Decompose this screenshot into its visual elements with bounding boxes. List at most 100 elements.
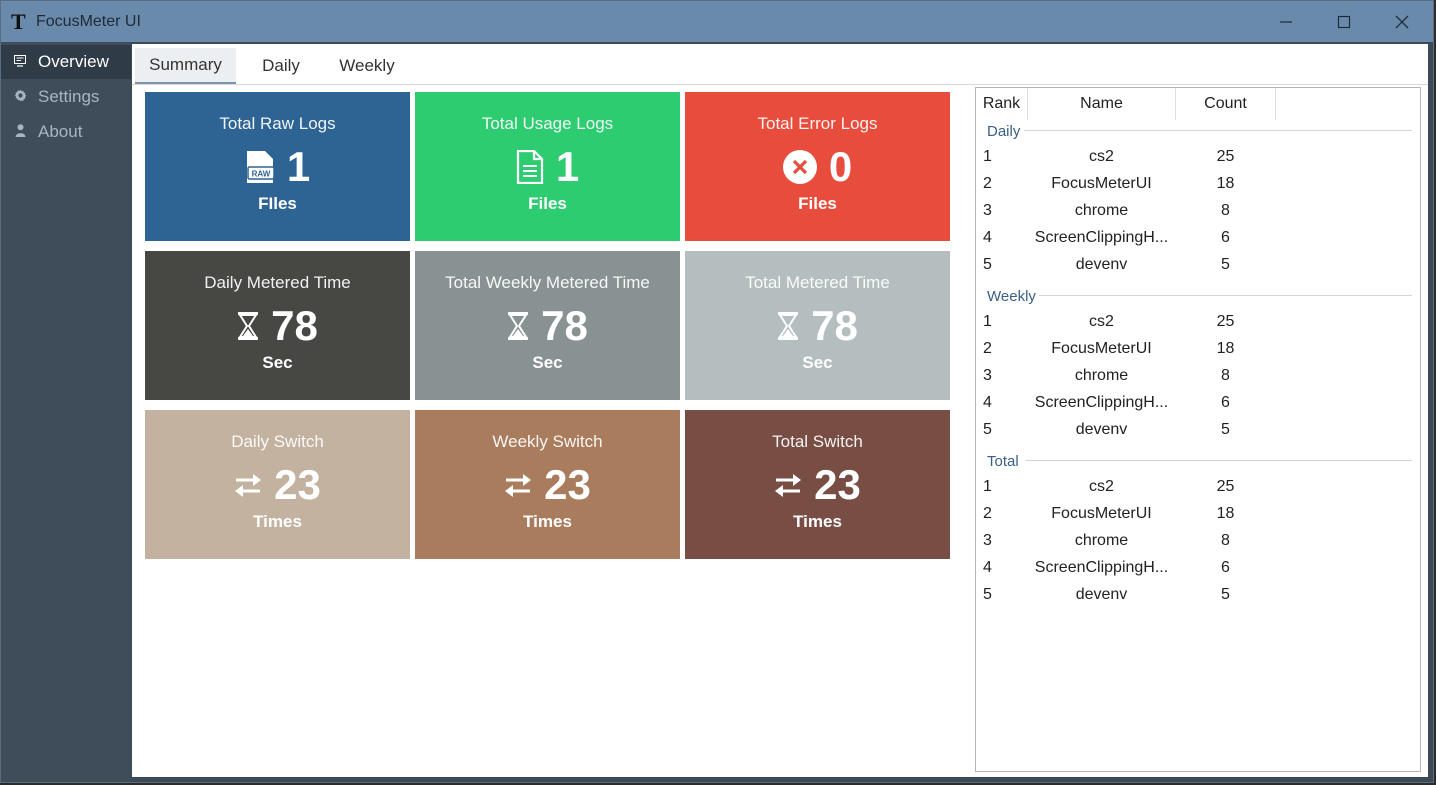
title-bar[interactable]: T FocusMeter UI (1, 1, 1433, 42)
table-row[interactable]: 4 ScreenClippingH... 6 (976, 225, 1420, 252)
name-cell: cs2 (1089, 313, 1114, 330)
app-window: T FocusMeter UI Overview Settings About … (0, 0, 1434, 783)
header-label: Count (1204, 95, 1247, 112)
sidebar-item-settings[interactable]: Settings (1, 80, 131, 114)
group-divider (1039, 295, 1412, 296)
error-circle-icon (782, 150, 817, 184)
table-row[interactable]: 5 devenv 5 (976, 582, 1420, 609)
monitor-icon (13, 54, 27, 70)
count-cell: 18 (1216, 175, 1235, 192)
name-cell: chrome (1074, 532, 1129, 549)
column-header-name[interactable]: Name (1028, 88, 1176, 120)
count-cell: 18 (1216, 340, 1235, 357)
document-icon (516, 150, 544, 184)
tab-weekly[interactable]: Weekly (328, 48, 406, 84)
tile-daily-metered-time: Daily Metered Time 78 Sec (145, 251, 410, 400)
group-header-total: Total (987, 453, 1019, 470)
main-content: Summary Daily Weekly Total Raw Logs RAW … (132, 44, 1428, 777)
group-divider (1024, 130, 1412, 131)
tile-unit: Times (523, 512, 572, 531)
table-row[interactable]: 2 FocusMeterUI 18 (976, 336, 1420, 363)
name-cell: ScreenClippingH... (1034, 559, 1169, 576)
count-cell: 8 (1221, 532, 1230, 549)
tile-total-switch: Total Switch 23 Times (685, 410, 950, 559)
table-row[interactable]: 2 FocusMeterUI 18 (976, 171, 1420, 198)
tile-title: Total Metered Time (745, 273, 890, 292)
count-cell: 8 (1221, 367, 1230, 384)
ranking-list[interactable]: Rank Name Count Daily 1 cs2 25 2 FocusMeter… (975, 87, 1421, 772)
tile-value: 78 (811, 302, 858, 349)
rank-cell: 2 (983, 505, 992, 522)
tab-label: Daily (262, 56, 300, 75)
tile-value: 78 (541, 302, 588, 349)
count-cell: 8 (1221, 202, 1230, 219)
rank-cell: 1 (983, 478, 992, 495)
gear-icon (13, 89, 27, 105)
tile-unit: Sec (532, 353, 563, 372)
header-label: Rank (982, 95, 1021, 112)
tile-value: 0 (828, 143, 853, 190)
name-cell: FocusMeterUI (1051, 340, 1152, 357)
tile-total-weekly-metered-time: Total Weekly Metered Time 78 Sec (415, 251, 680, 400)
hourglass-icon (237, 312, 259, 340)
table-row[interactable]: 5 devenv 5 (976, 252, 1420, 279)
tile-value: 1 (286, 143, 311, 190)
column-header-count[interactable]: Count (1176, 88, 1276, 120)
sidebar-item-about[interactable]: About (1, 115, 131, 149)
tile-weekly-switch: Weekly Switch 23 Times (415, 410, 680, 559)
tile-title: Daily Switch (231, 432, 324, 451)
table-row[interactable]: 3 chrome 8 (976, 363, 1420, 390)
rank-cell: 3 (983, 202, 992, 219)
count-cell: 5 (1221, 586, 1230, 603)
table-row[interactable]: 3 chrome 8 (976, 528, 1420, 555)
count-cell: 25 (1216, 148, 1235, 165)
table-row[interactable]: 1 cs2 25 (976, 309, 1420, 336)
name-cell: cs2 (1089, 478, 1114, 495)
header-label: Name (1080, 95, 1123, 112)
tile-total-usage-logs: Total Usage Logs 1 Files (415, 92, 680, 241)
rank-cell: 3 (983, 367, 992, 384)
table-row[interactable]: 1 cs2 25 (976, 144, 1420, 171)
name-cell: devenv (1075, 421, 1128, 438)
name-cell: chrome (1074, 367, 1129, 384)
group-divider (1026, 460, 1412, 461)
group-header-daily: Daily (987, 123, 1021, 140)
tile-unit: Sec (802, 353, 833, 372)
tile-title: Total Usage Logs (481, 114, 614, 133)
close-button[interactable] (1373, 1, 1431, 42)
maximize-button[interactable] (1315, 1, 1373, 42)
hourglass-icon (777, 312, 799, 340)
count-cell: 25 (1216, 478, 1235, 495)
tab-daily[interactable]: Daily (248, 48, 314, 84)
table-row[interactable]: 5 devenv 5 (976, 417, 1420, 444)
sidebar: Overview Settings About (1, 42, 131, 782)
table-row[interactable]: 1 cs2 25 (976, 474, 1420, 501)
count-cell: 6 (1221, 229, 1230, 246)
rank-cell: 5 (983, 421, 992, 438)
column-header-rank[interactable]: Rank (976, 88, 1028, 120)
tile-title: Total Weekly Metered Time (445, 273, 650, 292)
sidebar-item-overview[interactable]: Overview (1, 45, 131, 79)
rank-cell: 1 (983, 148, 992, 165)
table-row[interactable]: 3 chrome 8 (976, 198, 1420, 225)
table-row[interactable]: 2 FocusMeterUI 18 (976, 501, 1420, 528)
app-logo: T (11, 9, 26, 34)
table-row[interactable]: 4 ScreenClippingH... 6 (976, 390, 1420, 417)
svg-text:RAW: RAW (251, 170, 270, 179)
tile-total-raw-logs: Total Raw Logs RAW 1 FIles (145, 92, 410, 241)
tile-value: 23 (544, 461, 591, 508)
minimize-button[interactable] (1257, 1, 1315, 42)
name-cell: cs2 (1089, 148, 1114, 165)
tile-total-metered-time: Total Metered Time 78 Sec (685, 251, 950, 400)
count-cell: 25 (1216, 313, 1235, 330)
window-title: FocusMeter UI (36, 13, 141, 30)
tile-unit: Sec (262, 353, 293, 372)
tile-total-error-logs: Total Error Logs 0 Files (685, 92, 950, 241)
table-row[interactable]: 4 ScreenClippingH... 6 (976, 555, 1420, 582)
rank-cell: 4 (983, 394, 992, 411)
maximize-icon (1337, 15, 1351, 28)
count-cell: 5 (1221, 256, 1230, 273)
name-cell: FocusMeterUI (1051, 505, 1152, 522)
tile-unit: Files (528, 194, 567, 213)
tab-summary[interactable]: Summary (135, 48, 236, 84)
